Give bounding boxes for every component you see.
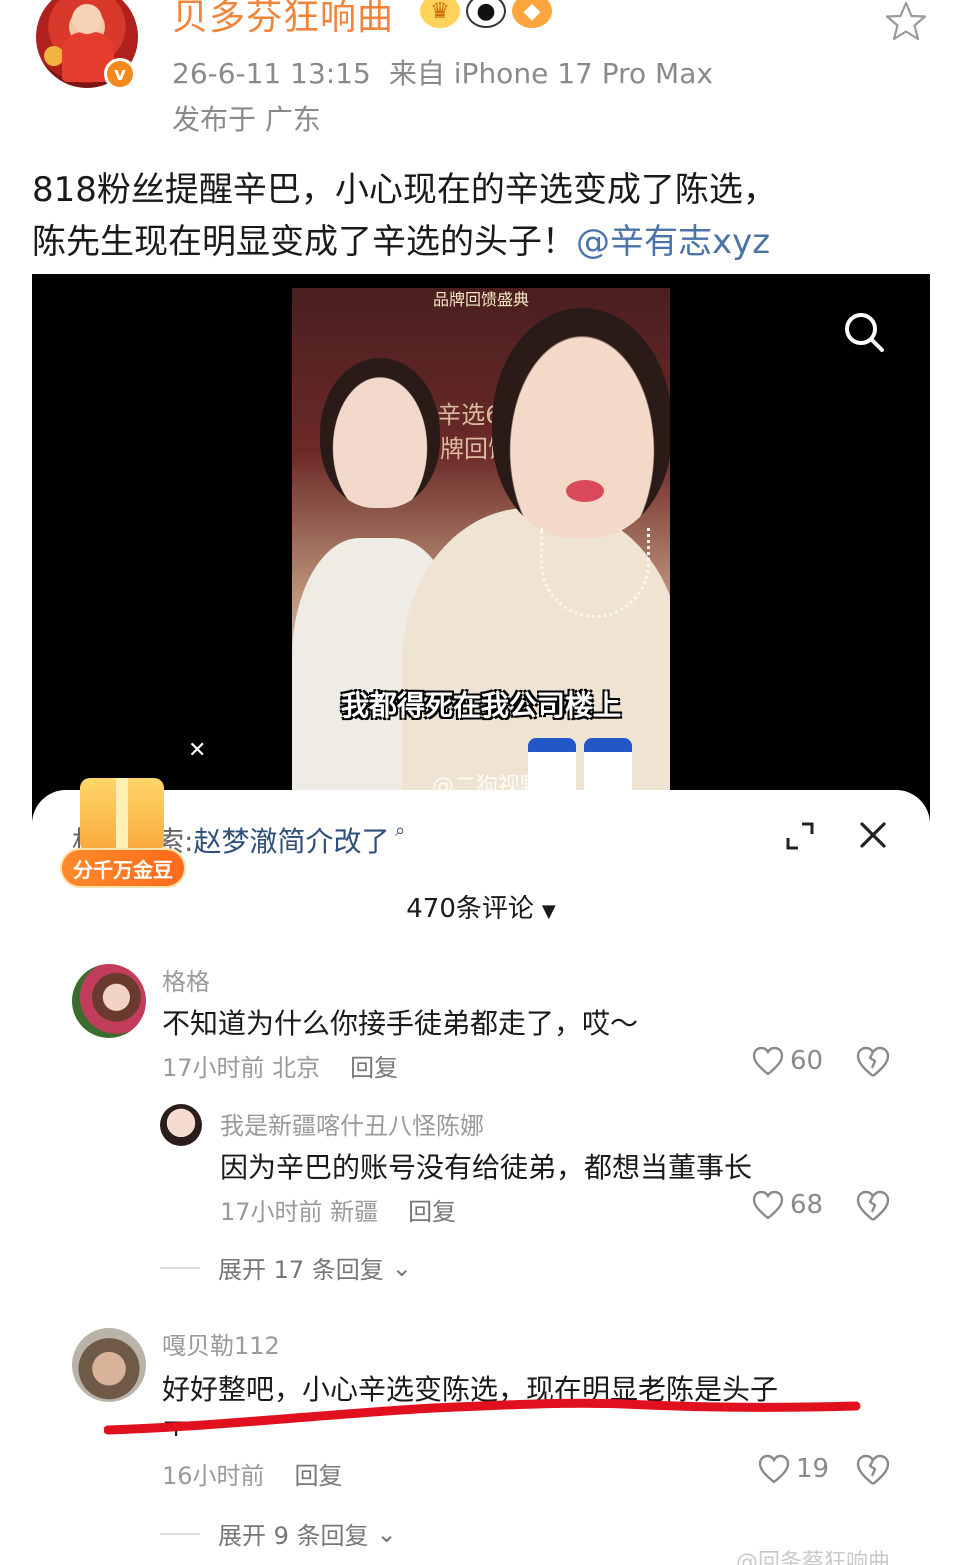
fish-badge-icon: ◆ [512,0,552,28]
reply-username[interactable]: 我是新疆喀什丑八怪陈娜 [220,1106,484,1141]
heart-icon [752,1190,784,1220]
reply-text: 因为辛巴的账号没有给徒弟，都想当董事长 [220,1151,753,1184]
comment-time: 17小时前 北京 [162,1054,321,1082]
comment-sheet: 相关搜索:赵梦澈简介改了 ⌕ 470条评论▼ 格格 不知道为什么你接手徒弟都走了… [32,790,930,1565]
panda-badge-icon: ● [466,0,506,28]
broken-heart-icon[interactable] [856,1454,890,1486]
mention-link[interactable]: @辛有志xyz [576,222,770,262]
broken-heart-icon[interactable] [856,1046,890,1078]
post-meta: 26-6-11 13:15 来自 iPhone 17 Pro Max [172,52,713,92]
caret-down-icon: ▼ [541,901,556,922]
person-right-head [492,308,670,538]
post-username[interactable]: 贝多芬狂响曲 [172,0,394,40]
comment-time: 16小时前 [162,1462,265,1490]
reply-meta: 17小时前 新疆 回复 [220,1192,456,1227]
like-button[interactable]: 68 [752,1190,823,1220]
gift-ribbon [116,778,128,852]
reply-time: 17小时前 新疆 [220,1198,379,1226]
comment-username[interactable]: 格格 [162,962,210,997]
comment-meta: 16小时前 回复 [162,1456,343,1491]
comment-count: 470条评论 [406,894,534,924]
heart-icon [758,1454,790,1484]
red-annotation-stroke [104,1398,861,1435]
expand-replies-button[interactable]: 展开 17 条回复 ⌄ [160,1250,412,1285]
expand-icon[interactable] [784,820,816,852]
expand-replies-label: 展开 17 条回复 [218,1256,384,1284]
expand-replies-button[interactable]: 展开 9 条回复 ⌄ [160,1516,397,1551]
comment-username[interactable]: 嘎贝勒112 [162,1326,280,1361]
post-source: 来自 iPhone 17 Pro Max [388,57,713,90]
close-icon[interactable] [858,820,888,850]
reply-avatar[interactable] [160,1104,202,1146]
post-text-line2-body: 陈先生现在明显变成了辛选的头子！ [32,222,576,262]
divider-line [160,1532,200,1535]
comment-meta: 17小时前 北京 回复 [162,1048,398,1083]
chevron-down-icon: ⌄ [391,1253,412,1282]
like-count: 60 [790,1046,824,1076]
video-close-icon[interactable]: ✕ [188,738,206,763]
person-left-head [320,358,440,508]
lips-shape [566,480,604,502]
gift-promo-label: 分千万金豆 [60,848,186,888]
heart-icon [752,1046,784,1076]
post-text-line2: 陈先生现在明显变成了辛选的头子！@辛有志xyz [32,216,932,268]
post-header: v 贝多芬狂响曲 ♛ ● ◆ 26-6-11 13:15 来自 iPhone 17… [0,0,960,140]
search-suggestion-term[interactable]: 赵梦澈简介改了 [193,825,389,858]
search-small-icon: ⌕ [389,820,406,841]
broken-heart-icon[interactable] [856,1190,890,1222]
crown-badge-icon: ♛ [420,0,460,28]
post-body: 818粉丝提醒辛巴，小心现在的辛选变成了陈选， 陈先生现在明显变成了辛选的头子！… [32,164,932,268]
reply-button[interactable]: 回复 [408,1198,456,1226]
comment-avatar[interactable] [72,964,146,1038]
like-button[interactable]: 60 [752,1046,823,1076]
like-count: 19 [796,1454,830,1484]
gift-promo[interactable]: 分千万金豆 [60,778,190,902]
comment-text: 不知道为什么你接手徒弟都走了，哎～ [162,1007,639,1040]
comment-avatar[interactable] [72,1328,146,1402]
video-subtitle: 我都得死在我公司楼上 [340,689,621,722]
user-badges: ♛ ● ◆ [420,0,552,28]
divider-line [160,1266,200,1269]
post-location: 发布于 广东 [172,103,321,136]
post-text-line1: 818粉丝提醒辛巴，小心现在的辛选变成了陈选， [32,170,777,210]
video-frame: 品牌回馈盛典 辛选618 品牌回馈盛典 我都得死在我公司楼上 [292,288,670,834]
expand-replies-label: 展开 9 条回复 [218,1522,369,1550]
like-button[interactable]: 19 [758,1454,829,1484]
search-icon[interactable] [842,310,886,354]
reply-button[interactable]: 回复 [350,1054,398,1082]
favorite-star-icon[interactable] [884,0,928,44]
video-banner-text: 品牌回馈盛典 [432,290,529,309]
chevron-down-icon: ⌄ [376,1519,397,1548]
reply-button[interactable]: 回复 [295,1462,343,1490]
video-player[interactable]: 品牌回馈盛典 辛选618 品牌回馈盛典 我都得死在我公司楼上 ✕ @二狗视野 [32,274,930,834]
post-timestamp: 26-6-11 13:15 [172,57,371,90]
footer-watermark: @回条蔡狂响曲 [736,1550,891,1565]
like-count: 68 [790,1190,824,1220]
verified-icon: v [104,58,136,90]
